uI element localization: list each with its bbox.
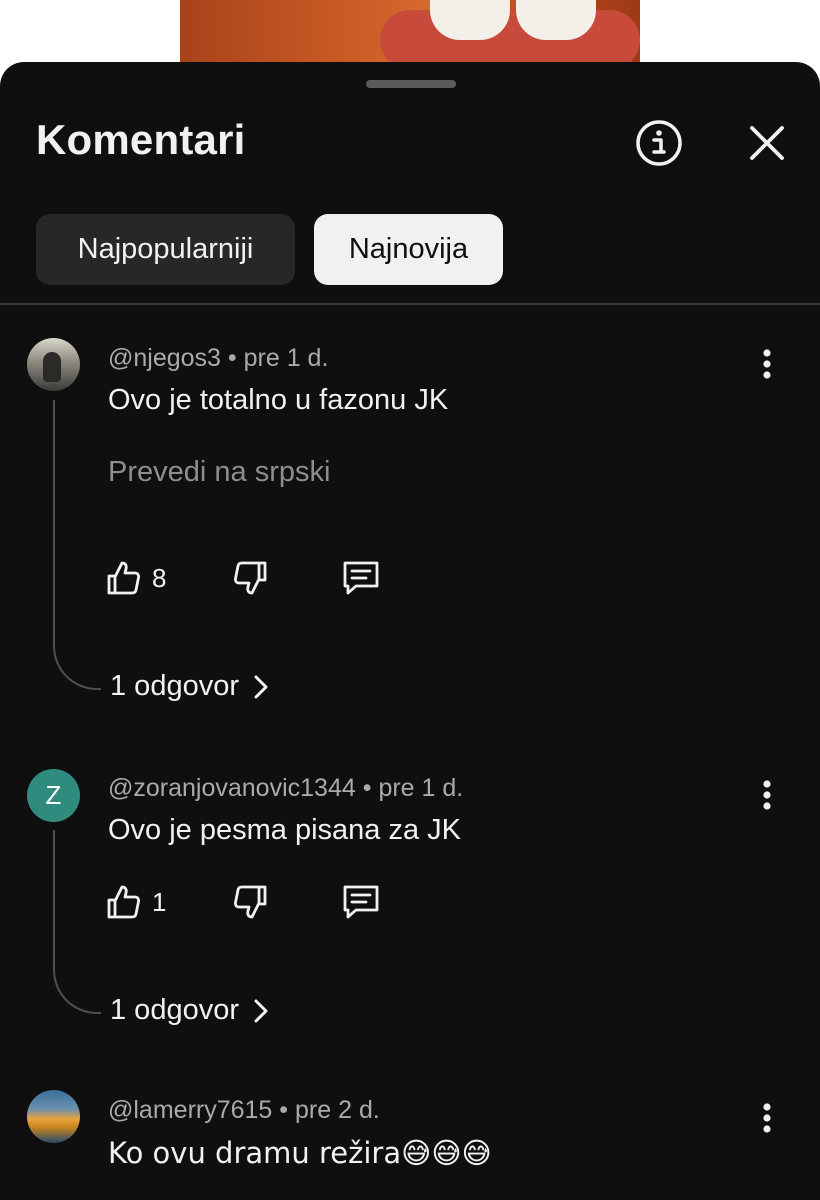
- replies-link[interactable]: 1 odgovor: [110, 670, 269, 703]
- sheet-title: Komentari: [36, 116, 246, 163]
- comment-meta: @lamerry7615 • pre 2 d.: [108, 1096, 380, 1125]
- comment-icon: [343, 885, 379, 919]
- more-vert-icon: [763, 1103, 771, 1133]
- video-thumbnail[interactable]: [180, 0, 640, 70]
- video-player-area[interactable]: [0, 0, 820, 70]
- comment-time: pre 1 d.: [378, 774, 464, 802]
- comment-time: pre 2 d.: [295, 1096, 380, 1124]
- avatar[interactable]: [27, 338, 80, 391]
- comment-text: Ko ovu dramu režira😅😅😅: [108, 1136, 492, 1170]
- thumbs-down-icon: [234, 885, 267, 919]
- avatar[interactable]: [27, 1090, 80, 1143]
- comment-author[interactable]: @njegos3: [108, 344, 221, 372]
- more-vert-icon: [763, 349, 771, 379]
- separator-dot: •: [362, 774, 372, 802]
- more-options-button[interactable]: [752, 344, 782, 384]
- like-button[interactable]: 1: [104, 880, 166, 924]
- comment-icon: [343, 561, 379, 595]
- comment-meta: @zoranjovanovic1344 • pre 1 d.: [108, 774, 463, 803]
- filter-chip-top[interactable]: Najpopularniji: [36, 214, 295, 285]
- thread-line: [53, 830, 101, 1014]
- comment-meta: @njegos3 • pre 1 d.: [108, 344, 328, 373]
- comment-time: pre 1 d.: [243, 344, 329, 372]
- thread-line: [53, 400, 101, 690]
- avatar-letter: Z: [45, 780, 62, 810]
- comment-author[interactable]: @zoranjovanovic1344: [108, 774, 356, 802]
- like-count: 8: [152, 562, 167, 593]
- more-options-button[interactable]: [752, 1098, 782, 1138]
- thumbs-up-icon: [107, 885, 140, 919]
- reply-button[interactable]: [340, 880, 382, 924]
- separator-dot: •: [279, 1096, 289, 1124]
- avatar[interactable]: Z: [27, 769, 80, 822]
- more-vert-icon: [763, 780, 771, 810]
- comment-text: Ovo je totalno u fazonu JK: [108, 384, 449, 416]
- info-button[interactable]: [630, 114, 688, 172]
- translate-link[interactable]: Prevedi na srpski: [108, 456, 330, 489]
- like-button[interactable]: 8: [104, 556, 166, 600]
- comments-sheet: Komentari Najpopularniji Najnovija @njeg…: [0, 62, 820, 1200]
- thumbs-up-icon: [107, 561, 140, 595]
- close-icon: [750, 126, 784, 160]
- close-button[interactable]: [738, 114, 796, 172]
- comment-author[interactable]: @lamerry7615: [108, 1096, 272, 1124]
- dislike-button[interactable]: [230, 880, 270, 924]
- replies-link[interactable]: 1 odgovor: [110, 994, 269, 1027]
- dislike-button[interactable]: [230, 556, 270, 600]
- like-count: 1: [152, 886, 167, 917]
- more-options-button[interactable]: [752, 775, 782, 815]
- info-circle-icon: [636, 120, 682, 166]
- thumbs-down-icon: [234, 561, 267, 595]
- drag-handle[interactable]: [366, 80, 456, 88]
- chevron-right-icon: [254, 675, 268, 698]
- replies-count: 1 odgovor: [110, 670, 239, 702]
- separator-dot: •: [227, 344, 237, 372]
- divider: [0, 303, 820, 305]
- filter-chip-newest[interactable]: Najnovija: [314, 214, 503, 285]
- replies-count: 1 odgovor: [110, 994, 239, 1026]
- comment-text: Ovo je pesma pisana za JK: [108, 814, 462, 846]
- reply-button[interactable]: [340, 556, 382, 600]
- chevron-right-icon: [254, 999, 268, 1022]
